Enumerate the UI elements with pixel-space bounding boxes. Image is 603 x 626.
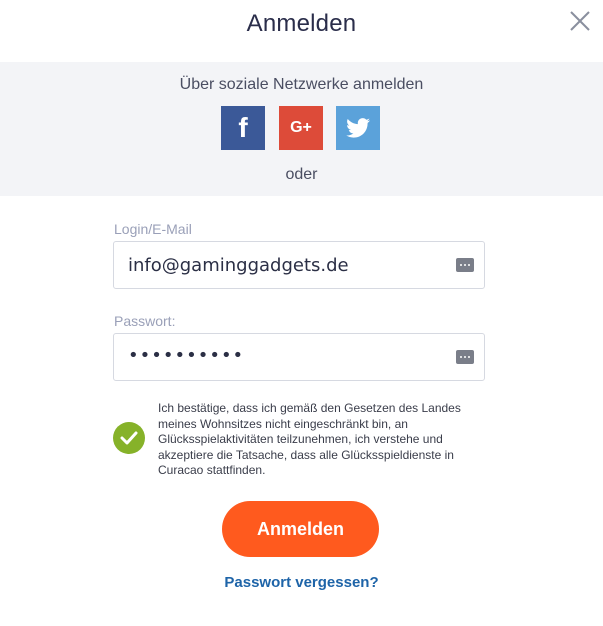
checkmark-icon xyxy=(120,431,138,445)
login-email-field[interactable]: info@gaminggadgets.de xyxy=(113,241,485,289)
google-plus-icon: G+ xyxy=(290,119,312,136)
password-manager-icon[interactable] xyxy=(456,350,474,364)
social-login-section: Über soziale Netzwerke anmelden f G+ ode… xyxy=(0,62,603,196)
separator-text: oder xyxy=(285,166,318,183)
password-manager-icon[interactable] xyxy=(456,258,474,272)
consent-text: Ich bestätige, dass ich gemäß den Gesetz… xyxy=(158,401,461,477)
social-login-title: Über soziale Netzwerke anmelden xyxy=(179,76,424,93)
modal-header: Anmelden xyxy=(0,0,603,62)
google-plus-login-button[interactable]: G+ xyxy=(279,106,323,150)
password-value: •••••••••• xyxy=(128,345,245,366)
login-email-value: info@gaminggadgets.de xyxy=(128,255,349,276)
password-field[interactable]: •••••••••• xyxy=(113,333,485,381)
password-label: Passwort: xyxy=(114,313,176,329)
modal-title: Anmelden xyxy=(246,10,357,37)
twitter-login-button[interactable] xyxy=(336,106,380,150)
twitter-icon xyxy=(346,118,370,138)
consent-checkbox[interactable] xyxy=(113,422,145,454)
login-submit-button[interactable]: Anmelden xyxy=(222,501,379,557)
facebook-icon: f xyxy=(238,112,248,143)
close-icon[interactable] xyxy=(569,10,591,32)
forgot-password-link[interactable]: Passwort vergessen? xyxy=(0,574,603,591)
login-label: Login/E-Mail xyxy=(114,221,192,237)
facebook-login-button[interactable]: f xyxy=(221,106,265,150)
